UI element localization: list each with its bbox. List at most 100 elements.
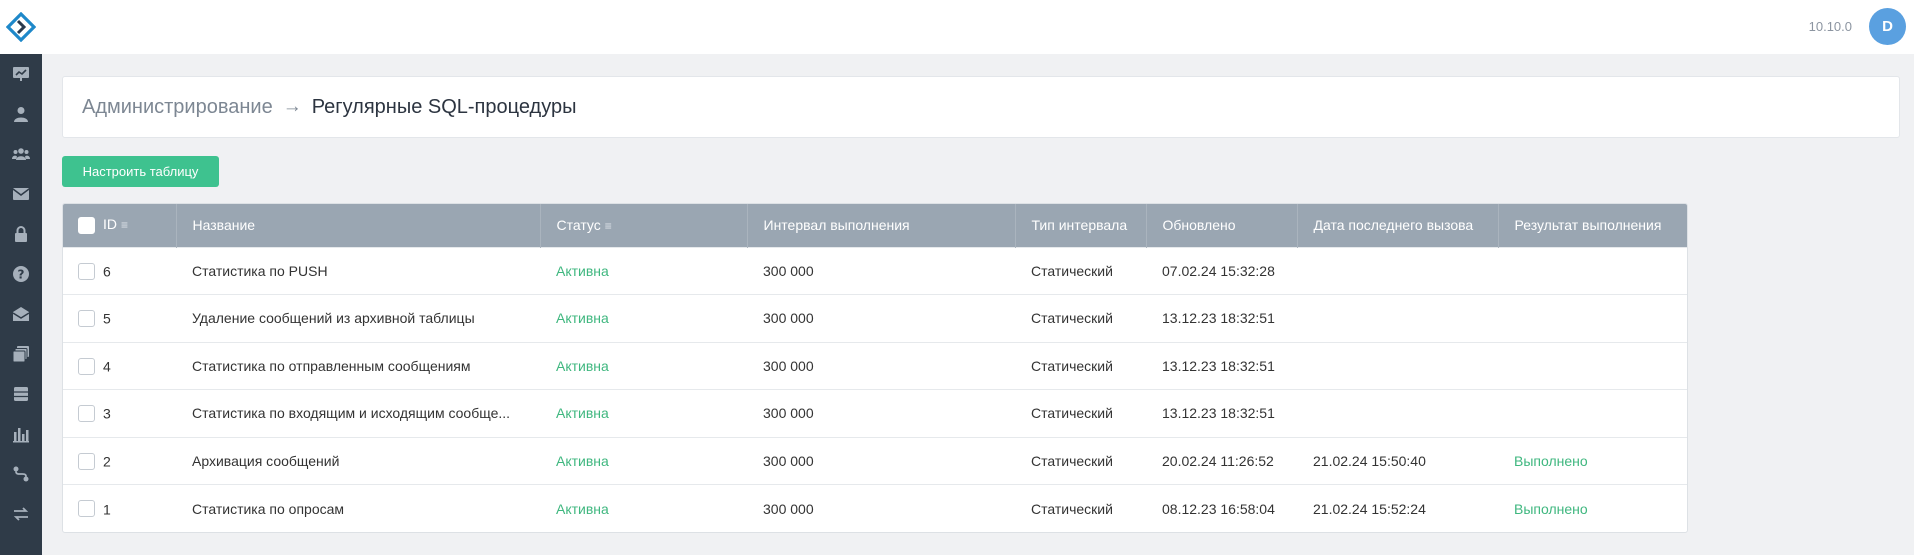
layers-icon	[12, 346, 29, 363]
column-header-result[interactable]: Результат выполнения	[1497, 204, 1687, 247]
users-group-icon	[12, 148, 30, 160]
row-interval-type: Статический	[1031, 452, 1113, 469]
row-status[interactable]: Активна	[540, 390, 747, 438]
row-id: 3	[103, 405, 111, 422]
sidebar-item-routes[interactable]	[0, 454, 42, 494]
row-interval-type: Статический	[1031, 310, 1113, 327]
row-status[interactable]: Активна	[540, 295, 747, 343]
sidebar-item-help[interactable]: ?	[0, 254, 42, 294]
column-header-updated[interactable]: Обновлено	[1145, 204, 1297, 247]
row-id: 5	[103, 310, 111, 327]
row-checkbox[interactable]	[78, 452, 95, 470]
row-last-call	[1297, 295, 1498, 343]
row-status[interactable]: Активна	[540, 485, 747, 533]
table-row[interactable]: 3 Статистика по входящим и исходящим соо…	[63, 389, 1687, 438]
sidebar-item-exchange[interactable]	[0, 494, 42, 534]
row-updated: 08.12.23 16:58:04	[1162, 500, 1275, 517]
breadcrumb-root-link[interactable]: Администрирование	[82, 96, 273, 119]
column-header-id[interactable]: ID ≡	[63, 204, 176, 247]
row-id: 1	[103, 500, 111, 517]
row-interval-type: Статический	[1031, 405, 1113, 422]
row-id-cell: 4	[63, 342, 176, 390]
column-header-name[interactable]: Название	[175, 204, 540, 247]
row-name[interactable]: Статистика по опросам	[176, 485, 540, 533]
sidebar-item-database[interactable]	[0, 374, 42, 414]
page-header: Администрирование → Регулярные SQL-проце…	[62, 76, 1900, 138]
column-header-interval[interactable]: Интервал выполнения	[746, 204, 1015, 247]
row-status[interactable]: Активна	[540, 247, 747, 295]
mail-open-icon	[12, 307, 30, 321]
filter-icon[interactable]: ≡	[121, 218, 128, 232]
row-interval: 300 000	[763, 500, 814, 517]
row-id-cell: 2	[63, 437, 176, 485]
row-interval: 300 000	[763, 310, 814, 327]
row-result	[1498, 295, 1687, 343]
row-name[interactable]: Статистика по отправленным сообщениям	[176, 342, 540, 390]
user-avatar[interactable]: D	[1869, 8, 1906, 45]
table-row[interactable]: 6 Статистика по PUSH Активна 300 000 Ста…	[63, 247, 1687, 295]
row-updated: 07.02.24 15:32:28	[1162, 262, 1275, 279]
table-row[interactable]: 2 Архивация сообщений Активна 300 000 Ст…	[63, 437, 1687, 485]
app-version: 10.10.0	[1808, 19, 1852, 34]
row-id-cell: 1	[63, 485, 176, 533]
sidebar-item-messages[interactable]	[0, 294, 42, 334]
row-status[interactable]: Активна	[540, 342, 747, 390]
row-name[interactable]: Архивация сообщений	[176, 437, 540, 485]
row-updated: 13.12.23 18:32:51	[1162, 310, 1275, 327]
row-result: Выполнено	[1514, 500, 1588, 517]
table-row[interactable]: 4 Статистика по отправленным сообщениям …	[63, 342, 1687, 390]
filter-icon[interactable]: ≡	[605, 219, 612, 233]
breadcrumb-arrow-icon: →	[282, 96, 302, 117]
row-name[interactable]: Статистика по входящим и исходящим сообщ…	[176, 390, 540, 438]
table-header-row: ID ≡ Название Статус ≡ Интервал выполнения…	[63, 204, 1687, 247]
sidebar: ?	[0, 54, 42, 555]
database-icon	[14, 387, 28, 401]
row-id: 6	[103, 263, 111, 280]
select-all-checkbox[interactable]	[78, 217, 95, 235]
column-header-status[interactable]: Статус ≡	[539, 204, 747, 247]
row-checkbox[interactable]	[78, 405, 95, 423]
sidebar-item-users[interactable]	[0, 134, 42, 174]
row-id: 4	[103, 358, 111, 375]
top-bar: 10.10.0 D	[0, 0, 1914, 54]
row-result	[1498, 247, 1687, 295]
row-id-cell: 3	[63, 390, 176, 438]
lock-icon	[15, 226, 27, 242]
row-id-cell: 6	[63, 247, 176, 295]
row-interval: 300 000	[763, 405, 814, 422]
sidebar-item-user[interactable]	[0, 94, 42, 134]
row-last-call	[1297, 342, 1498, 390]
row-interval: 300 000	[763, 357, 814, 374]
row-status[interactable]: Активна	[540, 437, 747, 485]
sidebar-item-statistics[interactable]	[0, 414, 42, 454]
row-interval: 300 000	[763, 452, 814, 469]
sidebar-item-dashboard[interactable]	[0, 54, 42, 94]
row-updated: 20.02.24 11:26:52	[1162, 452, 1274, 469]
diamond-logo-icon	[6, 12, 36, 42]
mail-icon	[12, 188, 30, 200]
sidebar-item-mail[interactable]	[0, 174, 42, 214]
user-icon	[14, 107, 28, 122]
row-checkbox[interactable]	[78, 310, 95, 328]
row-result	[1498, 390, 1687, 438]
row-checkbox[interactable]	[78, 262, 95, 280]
transfer-icon	[13, 507, 29, 521]
row-id: 2	[103, 453, 111, 470]
procedures-table: ID ≡ Название Статус ≡ Интервал выполнения…	[62, 203, 1688, 533]
configure-table-button[interactable]: Настроить таблицу	[62, 156, 219, 187]
bar-chart-icon	[13, 428, 29, 443]
column-header-status-label: Статус	[556, 217, 601, 234]
row-checkbox[interactable]	[78, 500, 95, 518]
table-row[interactable]: 5 Удаление сообщений из архивной таблицы…	[63, 294, 1687, 343]
row-result: Выполнено	[1514, 452, 1588, 469]
column-header-last-call[interactable]: Дата последнего вызова	[1296, 204, 1498, 247]
sidebar-item-layers[interactable]	[0, 334, 42, 374]
row-name[interactable]: Статистика по PUSH	[176, 247, 540, 295]
row-checkbox[interactable]	[78, 357, 95, 375]
app-logo[interactable]	[0, 0, 42, 54]
table-row[interactable]: 1 Статистика по опросам Активна 300 000 …	[63, 484, 1687, 533]
column-header-interval-type[interactable]: Тип интервала	[1014, 204, 1146, 247]
row-result	[1498, 342, 1687, 390]
sidebar-item-security[interactable]	[0, 214, 42, 254]
row-name[interactable]: Удаление сообщений из архивной таблицы	[176, 295, 540, 343]
